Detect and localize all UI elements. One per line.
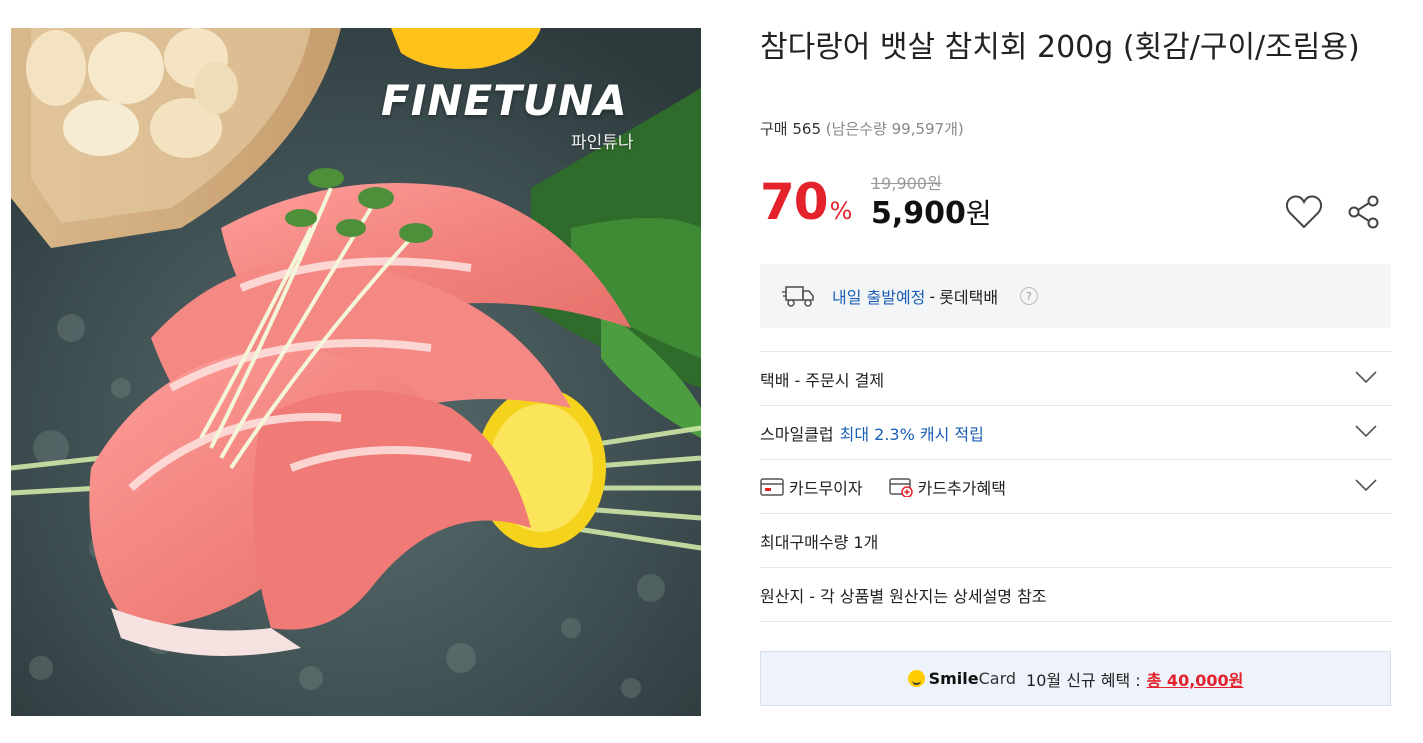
discount-rate: 70%: [760, 172, 852, 232]
help-icon[interactable]: ?: [1020, 287, 1039, 305]
chevron-down-icon[interactable]: [1355, 370, 1377, 384]
card-extra-benefit[interactable]: 카드추가혜택: [888, 475, 1006, 499]
max-purchase-label: 최대구매수량 1개: [760, 532, 879, 552]
smile-face-icon: [907, 670, 925, 687]
shipping-info: 내일 출발예정 - 롯데택배 ?: [760, 264, 1391, 328]
smilecard-promo-total[interactable]: 총 40,000원: [1147, 667, 1244, 691]
stock-remaining: (남은수량 99,597개): [825, 120, 964, 138]
shipping-carrier: 롯데택배: [939, 288, 999, 307]
chevron-down-icon[interactable]: [1355, 424, 1377, 438]
smilecard-logo: SmileCard: [907, 669, 1016, 688]
card-extra-benefit-label: 카드추가혜택: [917, 478, 1006, 498]
smilecard-brand-rest: Card: [978, 669, 1017, 688]
sale-price-amount: 5,900: [871, 196, 966, 231]
product-photo: [11, 28, 701, 716]
chevron-down-icon[interactable]: [1355, 478, 1377, 492]
purchase-label: 구매 565: [760, 120, 821, 138]
discount-unit: %: [829, 197, 853, 225]
card-interest-free[interactable]: 카드무이자: [760, 475, 863, 499]
card-plus-icon: [888, 477, 913, 497]
sale-price-unit: 원: [965, 197, 992, 230]
smilecard-brand: SmileCard: [929, 669, 1016, 688]
smileclub-row[interactable]: 스마일클럽 최대 2.3% 캐시 적립: [760, 406, 1391, 460]
smileclub-label: 스마일클럽: [760, 424, 834, 444]
share-icon[interactable]: [1346, 194, 1382, 230]
smilecard-brand-bold: Smile: [928, 669, 979, 688]
smileclub-benefit: 최대 2.3% 캐시 적립: [839, 424, 984, 444]
shipping-separator: -: [929, 286, 936, 306]
card-interest-free-label: 카드무이자: [789, 478, 863, 498]
truck-icon: [782, 286, 814, 307]
max-purchase-row: 최대구매수량 1개: [760, 514, 1391, 568]
delivery-label: 택배 - 주문시 결제: [760, 370, 885, 390]
smilecard-banner[interactable]: SmileCard 10월 신규 혜택 : 총 40,000원: [760, 651, 1391, 706]
product-image[interactable]: FINETUNA 파인튜나: [11, 28, 701, 716]
option-rows: 택배 - 주문시 결제 스마일클럽 최대 2.3% 캐시 적립 카드무이자 카드…: [760, 351, 1391, 622]
purchase-count: 구매 565 (남은수량 99,597개): [760, 118, 964, 139]
card-icon: [760, 477, 784, 496]
product-title: 참다랑어 뱃살 참치회 200g (횟감/구이/조림용): [760, 30, 1360, 65]
smilecard-promo-text: 10월 신규 혜택 :: [1026, 670, 1141, 690]
sale-price: 5,900원: [871, 192, 992, 232]
discount-number: 70: [760, 173, 829, 231]
heart-icon[interactable]: [1284, 193, 1324, 231]
original-price: 19,900원: [871, 174, 942, 193]
origin-row: 원산지 - 각 상품별 원산지는 상세설명 참조: [760, 568, 1391, 622]
delivery-row[interactable]: 택배 - 주문시 결제: [760, 352, 1391, 406]
shipping-schedule: 내일 출발예정: [832, 288, 926, 307]
origin-label: 원산지 - 각 상품별 원산지는 상세설명 참조: [760, 586, 1047, 606]
card-benefit-row[interactable]: 카드무이자 카드추가혜택: [760, 460, 1391, 514]
